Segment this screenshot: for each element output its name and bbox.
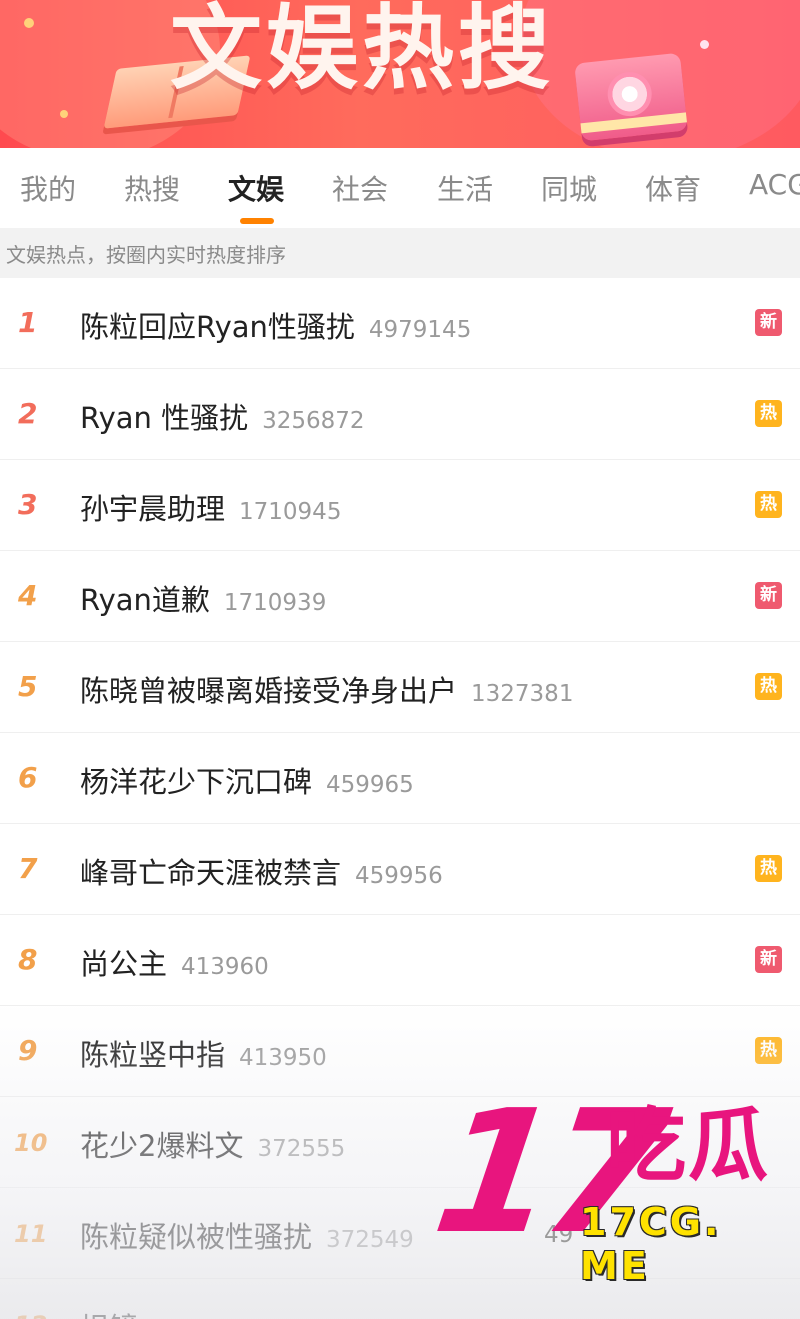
tab-acg[interactable]: ACG bbox=[749, 168, 800, 201]
watermark-url: 17CG. ME bbox=[580, 1200, 722, 1288]
hot-badge: 热 bbox=[755, 1037, 782, 1064]
list-item[interactable]: 2 Ryan 性骚扰 3256872 热 bbox=[0, 369, 800, 460]
tab-local[interactable]: 同城 bbox=[541, 168, 597, 208]
item-title[interactable]: 峰哥亡命天涯被禁言 bbox=[80, 856, 341, 890]
heat-count: 372555 bbox=[257, 1136, 346, 1162]
heat-count: 413950 bbox=[239, 1045, 327, 1071]
tab-entertainment[interactable]: 文娱 bbox=[228, 168, 284, 208]
tab-mine[interactable]: 我的 bbox=[20, 168, 76, 208]
rank-number: 1 bbox=[18, 306, 38, 339]
heat-count: 459965 bbox=[326, 772, 414, 798]
heat-count: 1710939 bbox=[223, 590, 327, 616]
item-title[interactable]: 花少2爆料文 bbox=[80, 1129, 243, 1163]
new-badge: 新 bbox=[755, 582, 782, 609]
item-text: 陈粒回应Ryan性骚扰 4979145 bbox=[80, 304, 471, 346]
confetti-dot bbox=[24, 18, 34, 28]
rank-number: 12 bbox=[14, 1311, 54, 1319]
item-title[interactable]: 陈粒疑似被性骚扰 bbox=[80, 1220, 312, 1254]
rank-number: 4 bbox=[18, 579, 38, 612]
list-subtitle: 文娱热点，按圈内实时热度排序 bbox=[0, 228, 800, 278]
new-badge: 新 bbox=[755, 309, 782, 336]
rank-number: 5 bbox=[18, 670, 38, 703]
item-text: 陈粒竖中指 413950 bbox=[80, 1032, 327, 1074]
watermark-name: 吃瓜 bbox=[606, 1099, 770, 1192]
list-item[interactable]: 5 陈晓曾被曝离婚接受净身出户 1327381 热 bbox=[0, 642, 800, 733]
item-title[interactable]: Ryan 性骚扰 bbox=[80, 401, 248, 435]
heat-count: 1710945 bbox=[239, 499, 342, 525]
item-text: 尚公主 413960 bbox=[80, 941, 269, 983]
item-text: 杨洋花少下沉口碑 459965 bbox=[80, 759, 414, 801]
item-title[interactable]: 坦镜 bbox=[80, 1311, 138, 1319]
banner-title: 文娱热搜 bbox=[170, 0, 555, 102]
list-item[interactable]: 8 尚公主 413960 新 bbox=[0, 915, 800, 1006]
hero-banner: 文娱热搜 bbox=[0, 0, 800, 148]
confetti-dot bbox=[60, 110, 68, 118]
item-text: 陈粒疑似被性骚扰 372549 bbox=[80, 1214, 414, 1256]
rank-number: 9 bbox=[18, 1034, 38, 1067]
rank-number: 2 bbox=[18, 397, 38, 430]
list-item[interactable]: 4 Ryan道歉 1710939 新 bbox=[0, 551, 800, 642]
item-title[interactable]: 陈晓曾被曝离婚接受净身出户 bbox=[80, 674, 457, 708]
tab-life[interactable]: 生活 bbox=[437, 168, 493, 208]
page: 文娱热搜 我的 热搜 文娱 社会 生活 同城 体育 ACG 文娱热点，按圈内实时… bbox=[0, 0, 800, 1319]
hot-badge: 热 bbox=[755, 673, 782, 700]
hot-badge: 热 bbox=[755, 491, 782, 518]
hot-badge: 热 bbox=[755, 855, 782, 882]
item-title[interactable]: Ryan道歉 bbox=[80, 583, 210, 617]
list-item[interactable]: 3 孙宇晨助理 1710945 热 bbox=[0, 460, 800, 551]
rank-number: 3 bbox=[18, 488, 38, 521]
item-text: 花少2爆料文 372555 bbox=[80, 1123, 345, 1165]
heat-count: 4979145 bbox=[368, 317, 472, 343]
item-text: 坦镜372541 bbox=[80, 1305, 240, 1319]
heat-count: 372549 bbox=[326, 1227, 414, 1253]
item-text: 峰哥亡命天涯被禁言 459956 bbox=[80, 850, 443, 892]
new-badge: 新 bbox=[755, 946, 782, 973]
tab-sports[interactable]: 体育 bbox=[645, 168, 701, 208]
rank-number: 7 bbox=[18, 852, 38, 885]
camera-illustration bbox=[574, 52, 688, 142]
item-text: 陈晓曾被曝离婚接受净身出户 1327381 bbox=[80, 668, 573, 710]
heat-count: 413960 bbox=[181, 954, 269, 980]
camera-lens bbox=[605, 69, 654, 119]
heat-count: 1327381 bbox=[471, 681, 574, 707]
item-title[interactable]: 杨洋花少下沉口碑 bbox=[80, 765, 312, 799]
list-item[interactable]: 1 陈粒回应Ryan性骚扰 4979145 新 bbox=[0, 278, 800, 369]
item-text: 孙宇晨助理 1710945 bbox=[80, 486, 341, 528]
rank-number: 11 bbox=[14, 1220, 48, 1248]
item-title[interactable]: 陈粒竖中指 bbox=[80, 1038, 225, 1072]
item-text: Ryan道歉 1710939 bbox=[80, 577, 326, 619]
list-item[interactable]: 7 峰哥亡命天涯被禁言 459956 热 bbox=[0, 824, 800, 915]
heat-count: 459956 bbox=[355, 863, 443, 889]
item-title[interactable]: 陈粒回应Ryan性骚扰 bbox=[80, 310, 355, 344]
tab-hot[interactable]: 热搜 bbox=[124, 168, 180, 208]
active-tab-indicator bbox=[240, 218, 274, 224]
rank-number: 8 bbox=[18, 943, 38, 976]
category-tabs: 我的 热搜 文娱 社会 生活 同城 体育 ACG bbox=[0, 148, 800, 228]
list-item[interactable]: 9 陈粒竖中指 413950 热 bbox=[0, 1006, 800, 1097]
rank-number: 10 bbox=[14, 1129, 48, 1157]
list-item[interactable]: 6 杨洋花少下沉口碑 459965 bbox=[0, 733, 800, 824]
heat-count: 3256872 bbox=[262, 408, 365, 434]
item-title[interactable]: 尚公主 bbox=[80, 947, 167, 981]
item-title[interactable]: 孙宇晨助理 bbox=[80, 492, 225, 526]
confetti-dot bbox=[700, 40, 709, 49]
tab-society[interactable]: 社会 bbox=[332, 168, 388, 208]
rank-number: 6 bbox=[18, 761, 38, 794]
hot-badge: 热 bbox=[755, 400, 782, 427]
item-text: Ryan 性骚扰 3256872 bbox=[80, 395, 365, 437]
